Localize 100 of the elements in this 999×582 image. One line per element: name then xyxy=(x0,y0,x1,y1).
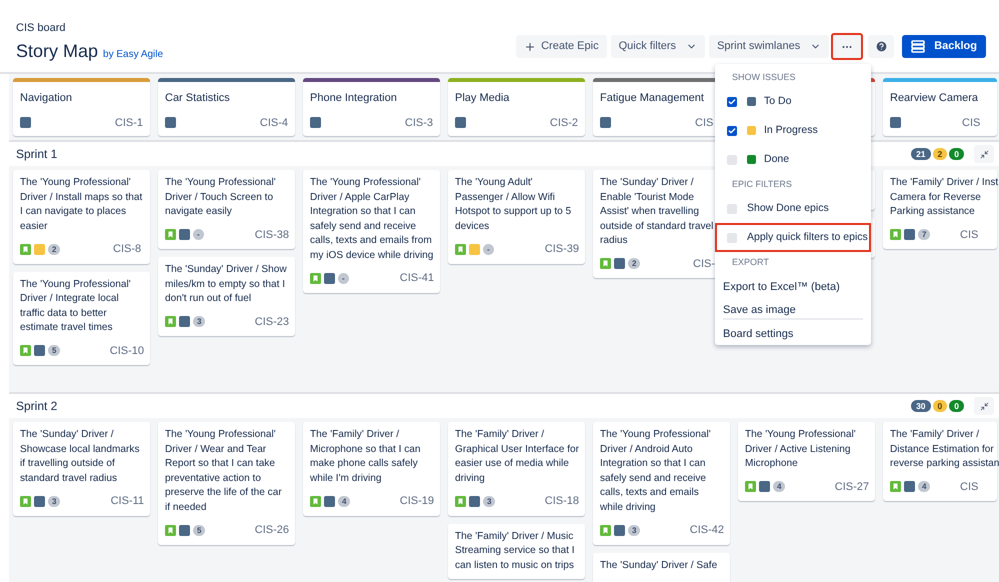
story-title: The 'Family' Driver / Music Streaming service so that I can listen to music on trips xyxy=(455,530,576,572)
plus-icon xyxy=(524,40,536,52)
story-icon xyxy=(745,481,756,492)
create-epic-button[interactable]: Create Epic xyxy=(516,35,607,58)
story-card[interactable]: The 'Sunday' Driver / Showcase local landmarks if travelling outside of standard travel radius 3 CIS-11 xyxy=(13,422,150,516)
story-icon xyxy=(310,272,321,284)
menu-heading: EPIC FILTERS xyxy=(731,178,793,191)
vendor-link[interactable]: by Easy Agile xyxy=(103,47,164,62)
issue-key[interactable]: CIS-11 xyxy=(110,493,144,510)
epic-key[interactable]: CIS-1 xyxy=(114,114,143,131)
epic-card[interactable]: Car Statistics CIS-4 xyxy=(158,78,295,136)
issue-count: 2 xyxy=(932,148,948,160)
epic-card[interactable]: Phone Integration CIS-3 xyxy=(303,78,440,136)
story-card[interactable]: The 'Family' Driver / Graphical User Interface for easier use of media while driving 3 CIS-18 xyxy=(448,422,585,516)
estimate-badge: 3 xyxy=(48,496,60,507)
issue-key[interactable]: CIS-19 xyxy=(400,493,434,510)
dropdown-button[interactable]: Quick filters xyxy=(610,35,706,58)
story-icon xyxy=(165,316,176,328)
story-card[interactable]: The 'Family' Driver / Music Streaming service so that I can listen to music on trips xyxy=(448,524,585,579)
epic-card[interactable]: Rearview Camera CIS xyxy=(883,78,997,136)
estimate-badge: 5 xyxy=(193,524,206,536)
board-name: CIS board xyxy=(16,21,67,35)
issue-key[interactable]: CIS-39 xyxy=(544,241,579,258)
checkbox[interactable] xyxy=(727,96,737,106)
story-card[interactable]: The 'Young Professional' Driver / Install maps so that I can navigate to places easier 2 CIS-8 xyxy=(13,170,150,264)
story-title: The 'Young Professional' Driver / Active Listening Microphone xyxy=(745,428,857,471)
story-icon xyxy=(890,229,901,240)
estimate-badge: 2 xyxy=(628,258,640,270)
story-card[interactable]: The 'Family' Driver / Inst Camera for Reverse Parking assistance 7 CIS xyxy=(883,170,997,249)
epic-key[interactable]: CIS-4 xyxy=(260,114,288,131)
issue-key[interactable]: CIS-8 xyxy=(113,241,144,258)
sprint-name: Sprint 1 xyxy=(16,146,58,163)
help-button[interactable] xyxy=(868,35,894,58)
issue-key[interactable]: CIS xyxy=(960,478,991,495)
menu-item-label: To Do xyxy=(764,94,792,109)
issue-count: 0 xyxy=(932,400,948,412)
story-title: The 'Young Adult' Passenger / Allow Wifi Hotspot to support up to 5 devices xyxy=(455,176,572,234)
checkbox[interactable] xyxy=(727,204,737,214)
backlog-button[interactable]: Backlog xyxy=(902,35,986,58)
menu-item-label: Done xyxy=(764,152,790,167)
estimate-badge: - xyxy=(483,244,494,255)
issue-key[interactable]: CIS-10 xyxy=(110,342,144,359)
menu-item-label: Apply quick filters to epics xyxy=(747,230,868,245)
help-icon xyxy=(874,40,888,53)
issue-key[interactable]: CIS-18 xyxy=(544,493,579,510)
issue-key[interactable]: CIS-42 xyxy=(690,522,724,538)
issue-key[interactable]: CIS-27 xyxy=(834,478,869,495)
epic-title: Rearview Camera xyxy=(890,91,980,106)
epic-card[interactable]: Play Media CIS-2 xyxy=(448,78,585,136)
issue-count: 30 xyxy=(911,400,931,412)
story-card[interactable]: The 'Young Professional' Driver / Wear and Tear Report so that I can take preventative action to preserve the life of the car if needed 5 CIS-26 xyxy=(158,422,295,544)
story-card[interactable]: The 'Young Adult' Passenger / Allow Wifi Hotspot to support up to 5 devices - CIS-39 xyxy=(448,170,585,264)
issue-key[interactable]: CIS-23 xyxy=(254,314,289,330)
story-card[interactable]: The 'Young Professional' Driver / Touch Screen to navigate easily - CIS-38 xyxy=(158,170,295,249)
menu-heading: SHOW ISSUES xyxy=(731,71,797,84)
estimate-badge: 4 xyxy=(918,481,930,492)
issue-key[interactable]: CIS xyxy=(960,226,991,243)
story-card[interactable]: The 'Sunday' Driver / Safe xyxy=(593,552,730,582)
collapse-button[interactable] xyxy=(974,145,994,163)
story-card[interactable]: The 'Young Professional' Driver / Android Auto Integration so that I can safely send and receive calls, texts and emails while driving 3 CIS-42 xyxy=(593,422,730,544)
issue-key[interactable]: CIS-26 xyxy=(254,522,289,538)
issue-key[interactable]: CIS-41 xyxy=(400,270,434,286)
story-card[interactable]: The 'Young Professional' Driver / Integrate local traffic data to better estimate travel times 5 CIS-10 xyxy=(13,272,150,365)
issue-key[interactable]: CIS-38 xyxy=(254,226,289,243)
epic-title: Car Statistics xyxy=(165,91,231,106)
story-title: The 'Young Professional' Driver / Install maps so that I can navigate to places easier xyxy=(20,176,144,234)
story-card[interactable]: The 'Family' Driver / Distance Estimation for reverse parking assistan 4 CIS xyxy=(883,422,997,501)
story-card[interactable]: The 'Sunday' Driver / Show miles/km to empty so that I don't run out of fuel 3 CIS-23 xyxy=(158,257,295,336)
estimate-badge: 4 xyxy=(773,481,786,492)
menu-item[interactable]: Save as image xyxy=(723,295,863,318)
story-card[interactable]: The 'Young Professional' Driver / Active Listening Microphone 4 CIS-27 xyxy=(738,422,875,501)
epic-key[interactable]: CIS-2 xyxy=(550,114,578,131)
more-button[interactable] xyxy=(833,35,862,58)
check-icon xyxy=(728,126,736,134)
menu-item-label: Show Done epics xyxy=(747,200,829,216)
story-card[interactable]: The 'Young Professional' Driver / Apple CarPlay Integration so that I can safely send and receive calls, texts and emails from my iOS device while driving - CIS-41 xyxy=(303,170,440,292)
checkbox[interactable] xyxy=(727,154,737,164)
story-icon xyxy=(20,345,31,356)
checkbox[interactable] xyxy=(727,126,737,136)
story-icon xyxy=(455,496,466,507)
epic-card[interactable]: Navigation CIS-1 xyxy=(13,78,150,136)
estimate-badge: 4 xyxy=(338,496,350,507)
menu-item[interactable]: Board settings xyxy=(723,318,863,341)
epic-key[interactable]: CIS xyxy=(962,114,990,131)
story-title: The 'Young Professional' Driver / Wear and Tear Report so that I can take preventative action to preserve the life of the car if needed xyxy=(165,428,283,514)
collapse-button[interactable] xyxy=(974,397,994,415)
menu-heading: EXPORT xyxy=(731,256,770,269)
story-title: The 'Young Professional' Driver / Apple CarPlay Integration so that I can safely send and receive calls, texts and emails from my iOS device while driving xyxy=(310,176,434,262)
estimate-badge: 2 xyxy=(48,244,60,255)
estimate-badge: 3 xyxy=(483,496,496,507)
story-card[interactable]: The 'Family' Driver / Microphone so that I can make phone calls safely while I'm driving 4 CIS-19 xyxy=(303,422,440,516)
epic-title: Phone Integration xyxy=(310,91,398,106)
story-title: The 'Sunday' Driver / Showcase local landmarks if travelling outside of standard travel radius xyxy=(20,428,140,486)
collapse-icon xyxy=(980,150,988,158)
story-icon xyxy=(890,481,901,492)
story-title: The 'Sunday' Driver / Show miles/km to empty so that I don't run out of fuel xyxy=(165,263,288,306)
checkbox[interactable] xyxy=(727,232,737,242)
story-icon xyxy=(455,244,466,255)
epic-key[interactable]: CIS-3 xyxy=(404,114,433,131)
dropdown-button[interactable]: Sprint swimlanes xyxy=(709,35,830,58)
